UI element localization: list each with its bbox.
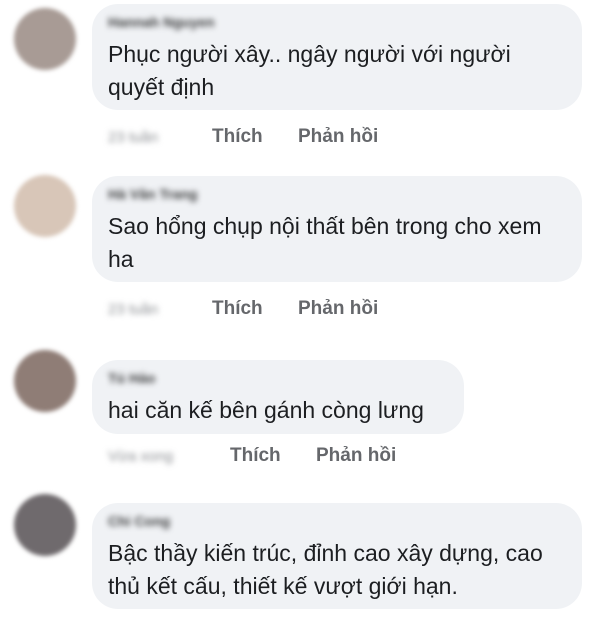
like-button[interactable]: Thích: [212, 298, 298, 320]
comment-timestamp[interactable]: 23 tuần: [108, 301, 212, 318]
reply-button[interactable]: Phản hồi: [316, 445, 396, 467]
comment-actions: 23 tuần Thích Phản hồi: [108, 126, 378, 148]
reply-button[interactable]: Phản hồi: [298, 126, 378, 148]
comment-bubble: Hannah Nguyen Phục người xây.. ngây ngườ…: [92, 4, 582, 110]
comment-text: Bậc thầy kiến trúc, đỉnh cao xây dựng, c…: [108, 540, 543, 599]
comment-text: Phục người xây.. ngây người với người qu…: [108, 41, 511, 100]
avatar[interactable]: [14, 350, 76, 412]
avatar[interactable]: [14, 8, 76, 70]
comment-bubble: Chi Cong Bậc thầy kiến trúc, đỉnh cao xâ…: [92, 503, 582, 609]
avatar[interactable]: [14, 175, 76, 237]
comment-actions: 23 tuần Thích Phản hồi: [108, 298, 378, 320]
comment-author[interactable]: Chi Cong: [108, 513, 170, 529]
like-button[interactable]: Thích: [212, 126, 298, 148]
comment-author[interactable]: Hà Vân Trang: [108, 186, 197, 202]
reply-button[interactable]: Phản hồi: [298, 298, 378, 320]
comment-actions: Vừa xong Thích Phản hồi: [108, 445, 396, 467]
comment-author[interactable]: Hannah Nguyen: [108, 14, 215, 30]
comment-bubble: Tú Hảo hai căn kế bên gánh còng lưng: [92, 360, 464, 434]
comment-timestamp[interactable]: Vừa xong: [108, 448, 230, 465]
comment-text: hai căn kế bên gánh còng lưng: [108, 397, 424, 423]
comment-bubble: Hà Vân Trang Sao hổng chụp nội thất bên …: [92, 176, 582, 282]
comment-author[interactable]: Tú Hảo: [108, 370, 155, 386]
comment-text: Sao hổng chụp nội thất bên trong cho xem…: [108, 213, 542, 272]
like-button[interactable]: Thích: [230, 445, 316, 467]
comment-timestamp[interactable]: 23 tuần: [108, 129, 212, 146]
avatar[interactable]: [14, 494, 76, 556]
